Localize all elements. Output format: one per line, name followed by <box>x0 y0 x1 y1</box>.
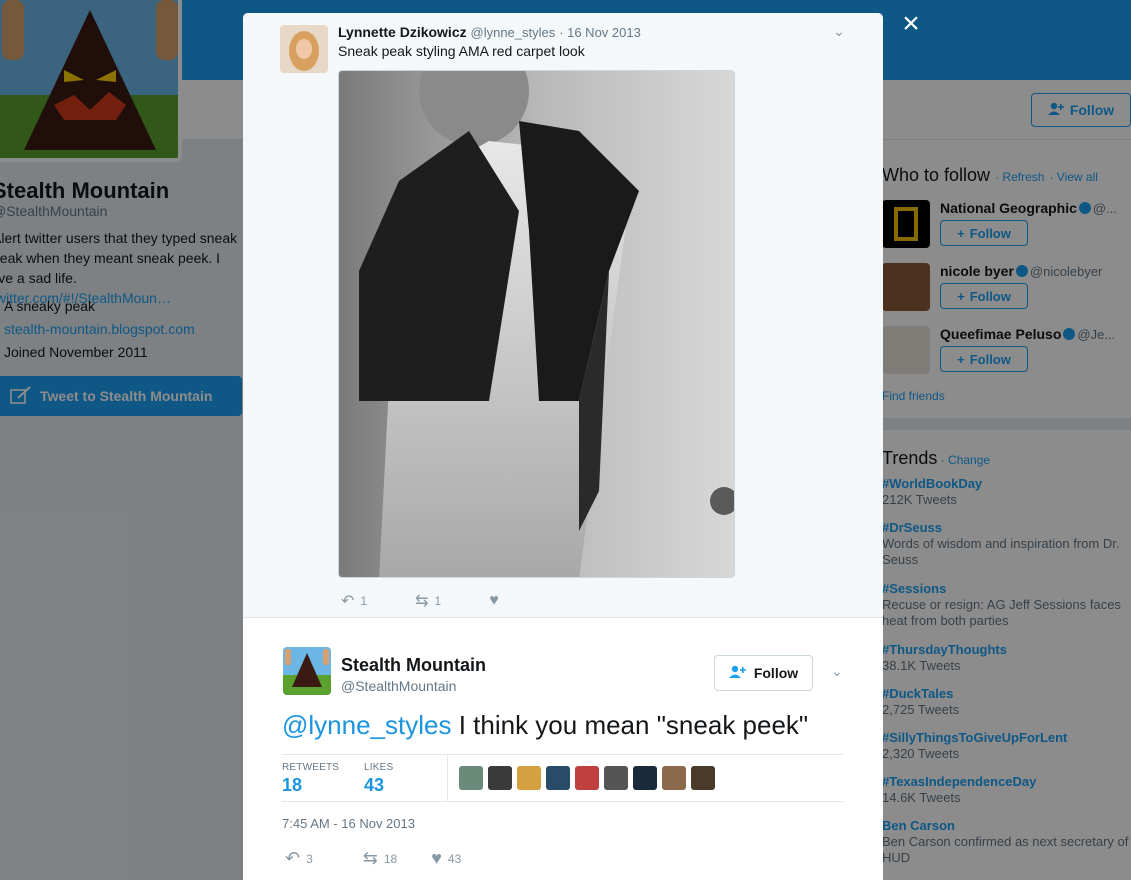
add-user-icon <box>728 665 747 682</box>
parent-tweet[interactable]: Lynnette Dzikowicz @lynne_styles · 16 No… <box>243 13 883 618</box>
avatar[interactable] <box>280 25 328 73</box>
liker-avatar[interactable] <box>459 766 483 790</box>
retweet-button[interactable]: ⇆ 18 <box>363 848 397 869</box>
retweet-icon: ⇆ <box>362 848 378 868</box>
liker-avatar[interactable] <box>691 766 715 790</box>
likes-stat[interactable]: LIKES 43 <box>364 762 393 796</box>
tweet-photo[interactable] <box>338 70 735 578</box>
liker-avatar[interactable] <box>488 766 512 790</box>
main-tweet-actions: ↶ 3 ⇆ 18 ♥ 43 <box>285 848 461 869</box>
main-tweet-name[interactable]: Stealth Mountain <box>341 655 486 676</box>
reply-icon: ↶ <box>285 848 301 868</box>
retweet-button[interactable]: ⇆ 1 <box>415 591 441 611</box>
parent-tweet-handle: @lynne_styles <box>470 25 556 40</box>
liker-avatar[interactable] <box>662 766 686 790</box>
like-button[interactable]: ♥ 43 <box>431 848 461 869</box>
avatar[interactable] <box>283 647 331 695</box>
liker-avatar[interactable] <box>575 766 599 790</box>
retweets-stat[interactable]: RETWEETS 18 <box>282 762 339 796</box>
parent-tweet-date[interactable]: 16 Nov 2013 <box>567 25 641 40</box>
follow-label: Follow <box>753 665 799 681</box>
chevron-down-icon[interactable]: ⌄ <box>831 663 843 680</box>
liker-avatar[interactable] <box>517 766 541 790</box>
parent-tweet-name[interactable]: Lynnette Dzikowicz <box>338 24 467 40</box>
tweet-modal: Lynnette Dzikowicz @lynne_styles · 16 No… <box>243 13 883 880</box>
heart-icon: ♥ <box>431 848 442 868</box>
liker-avatar[interactable] <box>633 766 657 790</box>
tweet-stats: RETWEETS 18 LIKES 43 <box>282 754 843 802</box>
follow-button[interactable]: Follow <box>714 655 813 691</box>
parent-tweet-text: Sneak peak styling AMA red carpet look <box>338 43 585 59</box>
parent-tweet-actions: ↶ 1 ⇆ 1 ♥ <box>341 591 499 611</box>
likers-avatars <box>459 766 715 790</box>
liker-avatar[interactable] <box>604 766 628 790</box>
main-tweet-text: @lynne_styles I think you mean "sneak pe… <box>282 710 808 741</box>
stats-divider <box>447 755 448 801</box>
reply-button[interactable]: ↶ 3 <box>285 848 313 869</box>
chevron-down-icon[interactable]: ⌄ <box>833 23 845 40</box>
main-tweet-body: I think you mean "sneak peek" <box>451 710 809 740</box>
reply-icon: ↶ <box>341 593 355 610</box>
tweet-timestamp[interactable]: 7:45 AM - 16 Nov 2013 <box>282 816 415 831</box>
retweet-icon: ⇆ <box>415 593 429 610</box>
main-tweet-handle[interactable]: @StealthMountain <box>341 678 456 694</box>
like-button[interactable]: ♥ <box>489 592 499 610</box>
parent-tweet-header: Lynnette Dzikowicz @lynne_styles · 16 No… <box>338 24 641 40</box>
mention-link[interactable]: @lynne_styles <box>282 710 451 740</box>
close-icon[interactable]: × <box>897 9 925 39</box>
liker-avatar[interactable] <box>546 766 570 790</box>
heart-icon: ♥ <box>489 592 499 609</box>
reply-button[interactable]: ↶ 1 <box>341 591 367 611</box>
